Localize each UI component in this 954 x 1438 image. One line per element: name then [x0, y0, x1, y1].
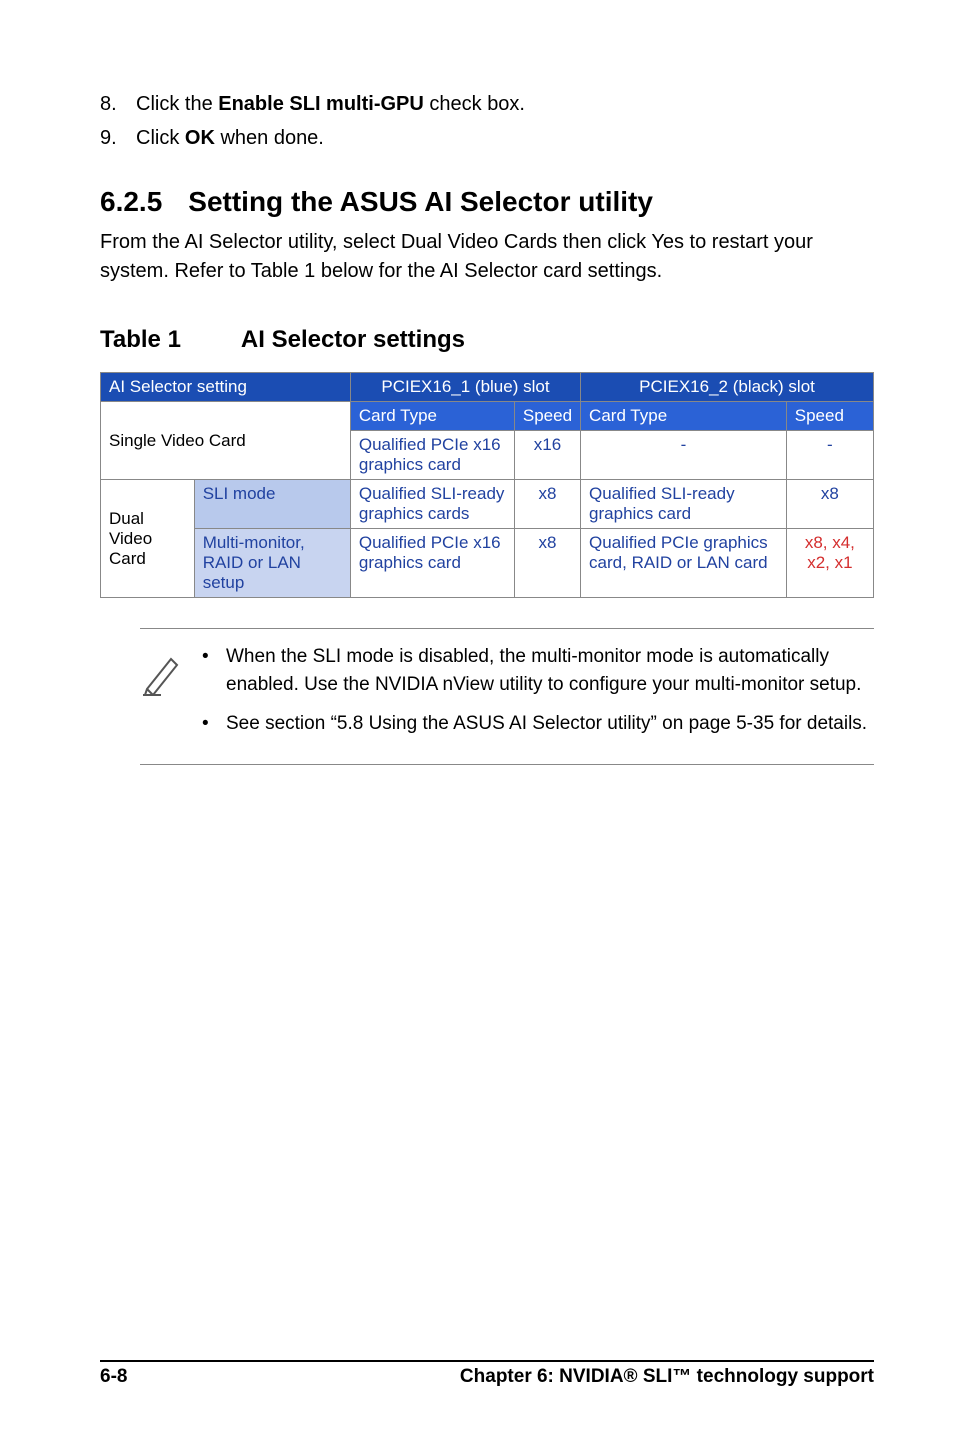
hdr-slot1: PCIEX16_1 (blue) slot	[350, 373, 580, 402]
dual-sli-slot1-speed: x8	[514, 480, 580, 529]
table-header-row-1: AI Selector setting PCIEX16_1 (blue) slo…	[101, 373, 874, 402]
step-8-bold: Enable SLI multi-GPU	[218, 93, 424, 115]
single-slot2-speed: -	[786, 431, 873, 480]
step-8-text: Click the Enable SLI multi-GPU check box…	[136, 90, 525, 118]
hdr-ai-selector-setting: AI Selector setting	[101, 373, 351, 402]
note-list: • When the SLI mode is disabled, the mul…	[202, 643, 870, 750]
step-8-pre: Click the	[136, 93, 218, 115]
section-heading: 6.2.5 Setting the ASUS AI Selector utili…	[100, 186, 874, 218]
note-1-text: When the SLI mode is disabled, the multi…	[226, 643, 870, 698]
hdr-slot2: PCIEX16_2 (black) slot	[581, 373, 874, 402]
section-number: 6.2.5	[100, 186, 162, 218]
note-item-2: • See section “5.8 Using the ASUS AI Sel…	[202, 710, 870, 738]
table-heading: Table 1 AI Selector settings	[100, 326, 874, 354]
row-dual-label: Dual Video Card	[101, 480, 195, 598]
row-dual-multi: Multi-monitor, RAID or LAN setup Qualifi…	[101, 529, 874, 598]
step-9-bold: OK	[185, 127, 215, 149]
dual-sli-slot1-card: Qualified SLI-ready graphics cards	[350, 480, 514, 529]
note-2-text: See section “5.8 Using the ASUS AI Selec…	[226, 710, 867, 738]
note-box: • When the SLI mode is disabled, the mul…	[140, 628, 874, 765]
single-slot1-speed: x16	[514, 431, 580, 480]
dual-multi-mode: Multi-monitor, RAID or LAN setup	[194, 529, 350, 598]
dual-sli-mode: SLI mode	[194, 480, 350, 529]
dual-sli-slot2-card: Qualified SLI-ready graphics card	[581, 480, 787, 529]
page-footer: 6-8 Chapter 6: NVIDIA® SLI™ technology s…	[100, 1360, 874, 1388]
step-9-pre: Click	[136, 127, 185, 149]
row-single-label: Single Video Card	[101, 402, 351, 480]
step-9-num: 9.	[100, 124, 136, 152]
single-slot1-card: Qualified PCIe x16 graphics card	[350, 431, 514, 480]
table-heading-num: Table 1	[100, 326, 181, 354]
section-title-text: Setting the ASUS AI Selector utility	[188, 186, 653, 218]
step-9-text: Click OK when done.	[136, 124, 324, 152]
single-slot2-card: -	[581, 431, 787, 480]
table-heading-title: AI Selector settings	[241, 326, 465, 354]
hdr-slot1-speed: Speed	[514, 402, 580, 431]
pencil-icon	[140, 643, 182, 750]
dual-multi-slot1-speed: x8	[514, 529, 580, 598]
dual-multi-slot2-card: Qualified PCIe graphics card, RAID or LA…	[581, 529, 787, 598]
note-item-1: • When the SLI mode is disabled, the mul…	[202, 643, 870, 698]
footer-page-number: 6-8	[100, 1366, 127, 1388]
table-header-row-2: Single Video Card Card Type Speed Card T…	[101, 402, 874, 431]
section-body: From the AI Selector utility, select Dua…	[100, 228, 874, 286]
hdr-slot1-cardtype: Card Type	[350, 402, 514, 431]
step-8-num: 8.	[100, 90, 136, 118]
dual-multi-slot2-speed: x8, x4, x2, x1	[786, 529, 873, 598]
ai-selector-table: AI Selector setting PCIEX16_1 (blue) slo…	[100, 372, 874, 598]
dual-sli-slot2-speed: x8	[786, 480, 873, 529]
step-8-post: check box.	[424, 93, 525, 115]
row-dual-sli: Dual Video Card SLI mode Qualified SLI-r…	[101, 480, 874, 529]
hdr-slot2-speed: Speed	[786, 402, 873, 431]
step-9: 9. Click OK when done.	[100, 124, 874, 152]
footer-chapter-title: Chapter 6: NVIDIA® SLI™ technology suppo…	[460, 1366, 874, 1388]
bullet-icon: •	[202, 643, 226, 698]
bullet-icon: •	[202, 710, 226, 738]
step-8: 8. Click the Enable SLI multi-GPU check …	[100, 90, 874, 118]
hdr-slot2-cardtype: Card Type	[581, 402, 787, 431]
dual-multi-slot1-card: Qualified PCIe x16 graphics card	[350, 529, 514, 598]
step-9-post: when done.	[215, 127, 324, 149]
